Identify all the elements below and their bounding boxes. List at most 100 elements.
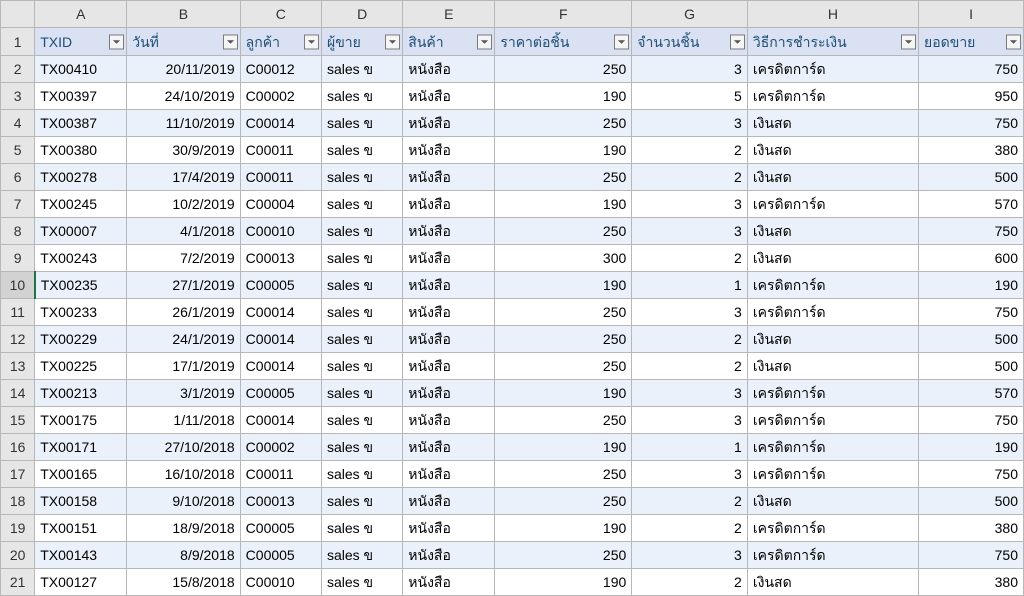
cell[interactable]: เครดิตการ์ด: [747, 56, 918, 83]
cell[interactable]: 2: [632, 569, 748, 596]
cell[interactable]: TX00151: [35, 515, 127, 542]
cell[interactable]: 570: [919, 380, 1024, 407]
cell[interactable]: เครดิตการ์ด: [747, 434, 918, 461]
cell[interactable]: หนังสือ: [403, 326, 495, 353]
row-header[interactable]: 20: [1, 542, 35, 569]
cell[interactable]: C00011: [240, 164, 321, 191]
column-header-H[interactable]: H: [747, 1, 918, 28]
cell[interactable]: C00014: [240, 407, 321, 434]
column-header-E[interactable]: E: [403, 1, 495, 28]
cell[interactable]: เงินสด: [747, 569, 918, 596]
cell[interactable]: TX00143: [35, 542, 127, 569]
cell[interactable]: 3: [632, 542, 748, 569]
cell[interactable]: 27/10/2018: [127, 434, 240, 461]
cell[interactable]: sales ข: [321, 191, 402, 218]
cell[interactable]: sales ข: [321, 164, 402, 191]
row-header[interactable]: 1: [1, 28, 35, 56]
cell[interactable]: 250: [495, 542, 632, 569]
cell[interactable]: sales ข: [321, 218, 402, 245]
cell[interactable]: 380: [919, 569, 1024, 596]
cell[interactable]: 250: [495, 110, 632, 137]
row-header[interactable]: 8: [1, 218, 35, 245]
column-header-A[interactable]: A: [35, 1, 127, 28]
cell[interactable]: เครดิตการ์ด: [747, 191, 918, 218]
row-header[interactable]: 21: [1, 569, 35, 596]
row-header[interactable]: 5: [1, 137, 35, 164]
row-header[interactable]: 2: [1, 56, 35, 83]
cell[interactable]: sales ข: [321, 56, 402, 83]
cell[interactable]: TX00380: [35, 137, 127, 164]
header-cell[interactable]: TXID: [35, 28, 127, 56]
cell[interactable]: 9/10/2018: [127, 488, 240, 515]
cell[interactable]: เครดิตการ์ด: [747, 299, 918, 326]
row-header[interactable]: 12: [1, 326, 35, 353]
header-cell[interactable]: วันที่: [127, 28, 240, 56]
cell[interactable]: 2: [632, 137, 748, 164]
row-header[interactable]: 19: [1, 515, 35, 542]
row-header[interactable]: 7: [1, 191, 35, 218]
cell[interactable]: 5: [632, 83, 748, 110]
cell[interactable]: C00010: [240, 218, 321, 245]
row-header[interactable]: 3: [1, 83, 35, 110]
cell[interactable]: 500: [919, 488, 1024, 515]
cell[interactable]: 20/11/2019: [127, 56, 240, 83]
cell[interactable]: หนังสือ: [403, 407, 495, 434]
cell[interactable]: 250: [495, 407, 632, 434]
cell[interactable]: TX00229: [35, 326, 127, 353]
row-header[interactable]: 16: [1, 434, 35, 461]
column-header-I[interactable]: I: [919, 1, 1024, 28]
cell[interactable]: หนังสือ: [403, 218, 495, 245]
cell[interactable]: 2: [632, 164, 748, 191]
cell[interactable]: 15/8/2018: [127, 569, 240, 596]
cell[interactable]: หนังสือ: [403, 461, 495, 488]
cell[interactable]: หนังสือ: [403, 164, 495, 191]
cell[interactable]: 300: [495, 245, 632, 272]
cell[interactable]: C00014: [240, 326, 321, 353]
cell[interactable]: 17/1/2019: [127, 353, 240, 380]
row-header[interactable]: 13: [1, 353, 35, 380]
cell[interactable]: sales ข: [321, 137, 402, 164]
row-header[interactable]: 14: [1, 380, 35, 407]
cell[interactable]: หนังสือ: [403, 515, 495, 542]
cell[interactable]: 190: [495, 434, 632, 461]
cell[interactable]: TX00235: [35, 272, 127, 299]
cell[interactable]: C00013: [240, 488, 321, 515]
cell[interactable]: หนังสือ: [403, 83, 495, 110]
cell[interactable]: 570: [919, 191, 1024, 218]
cell[interactable]: 4/1/2018: [127, 218, 240, 245]
row-header[interactable]: 15: [1, 407, 35, 434]
cell[interactable]: หนังสือ: [403, 299, 495, 326]
cell[interactable]: C00005: [240, 542, 321, 569]
cell[interactable]: 8/9/2018: [127, 542, 240, 569]
cell[interactable]: 190: [495, 83, 632, 110]
filter-dropdown-icon[interactable]: [223, 34, 238, 49]
cell[interactable]: หนังสือ: [403, 137, 495, 164]
cell[interactable]: 7/2/2019: [127, 245, 240, 272]
header-cell[interactable]: ผู้ขาย: [321, 28, 402, 56]
cell[interactable]: sales ข: [321, 245, 402, 272]
cell[interactable]: หนังสือ: [403, 245, 495, 272]
cell[interactable]: หนังสือ: [403, 488, 495, 515]
cell[interactable]: หนังสือ: [403, 434, 495, 461]
filter-dropdown-icon[interactable]: [730, 34, 745, 49]
cell[interactable]: 24/10/2019: [127, 83, 240, 110]
cell[interactable]: 380: [919, 137, 1024, 164]
cell[interactable]: TX00243: [35, 245, 127, 272]
cell[interactable]: 11/10/2019: [127, 110, 240, 137]
cell[interactable]: 190: [919, 272, 1024, 299]
cell[interactable]: เงินสด: [747, 326, 918, 353]
cell[interactable]: 2: [632, 353, 748, 380]
cell[interactable]: C00005: [240, 380, 321, 407]
row-header[interactable]: 17: [1, 461, 35, 488]
column-header-F[interactable]: F: [495, 1, 632, 28]
cell[interactable]: 26/1/2019: [127, 299, 240, 326]
row-header[interactable]: 6: [1, 164, 35, 191]
cell[interactable]: เครดิตการ์ด: [747, 83, 918, 110]
cell[interactable]: 3: [632, 56, 748, 83]
cell[interactable]: C00013: [240, 245, 321, 272]
cell[interactable]: 190: [495, 137, 632, 164]
cell[interactable]: 250: [495, 299, 632, 326]
cell[interactable]: 500: [919, 326, 1024, 353]
cell[interactable]: หนังสือ: [403, 110, 495, 137]
column-header-G[interactable]: G: [632, 1, 748, 28]
